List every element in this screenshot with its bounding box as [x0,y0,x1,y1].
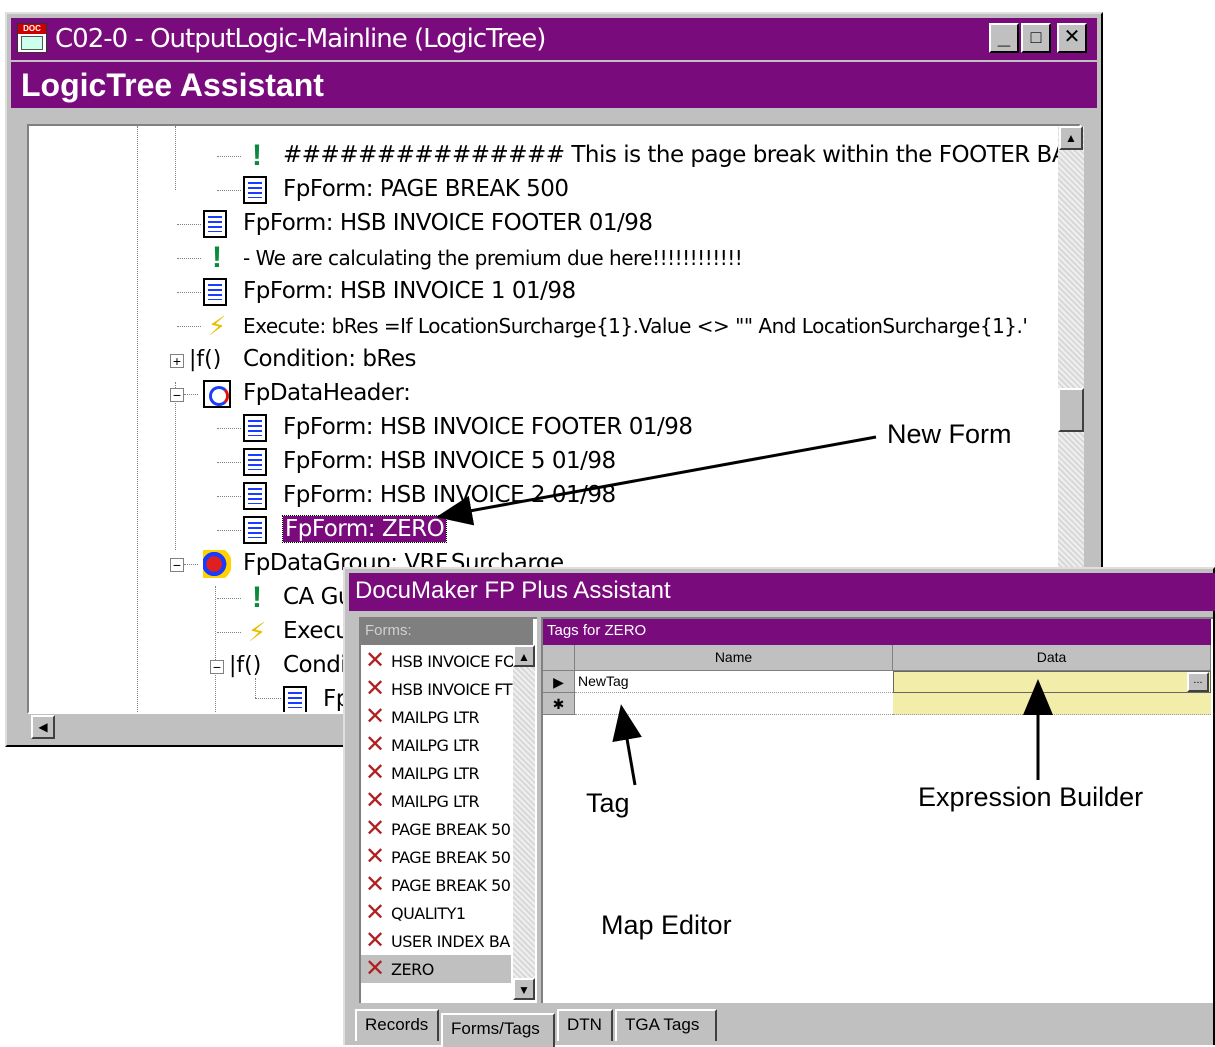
annotation-arrows [436,435,1053,786]
annotation-tag: Tag [586,788,630,818]
annotation-new-form: New Form [887,419,1012,449]
tag-arrow [612,704,642,786]
annotation-map-editor: Map Editor [601,910,732,940]
annotation-expression-builder: Expression Builder [918,782,1144,812]
new-form-arrow [436,435,877,526]
